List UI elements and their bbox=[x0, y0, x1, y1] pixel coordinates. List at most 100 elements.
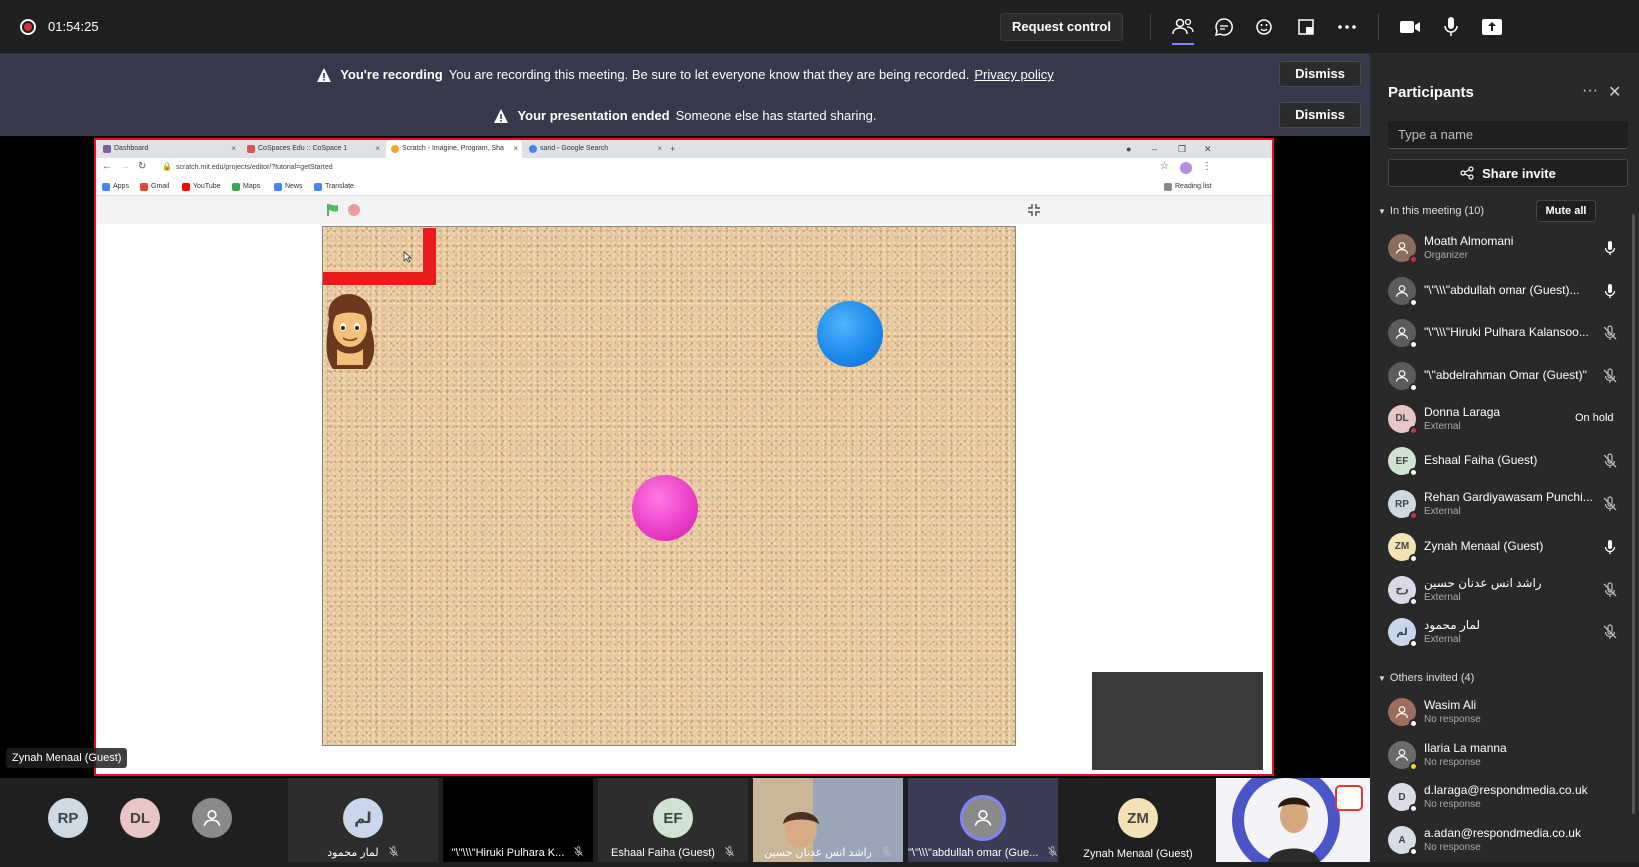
bookmark-maps[interactable]: Maps bbox=[232, 178, 260, 196]
participant-row[interactable]: RP Rehan Gardiyawasam Punchi... External bbox=[1370, 482, 1639, 525]
camera-icon[interactable] bbox=[1397, 14, 1423, 40]
participant-row[interactable]: "\"\\\"abdullah omar (Guest)... bbox=[1370, 269, 1639, 312]
profile-avatar-icon[interactable] bbox=[1180, 162, 1192, 174]
browser-tab[interactable]: sand - Google Search × bbox=[524, 140, 666, 158]
green-flag-icon[interactable] bbox=[326, 203, 340, 217]
profile-dot-icon[interactable]: ● bbox=[1126, 140, 1131, 158]
search-participants-input[interactable] bbox=[1388, 121, 1628, 149]
restore-icon[interactable]: ❐ bbox=[1178, 140, 1186, 158]
exit-fullscreen-icon[interactable] bbox=[1026, 202, 1042, 218]
share-tray-icon[interactable] bbox=[1293, 14, 1319, 40]
bookmark-translate[interactable]: Translate bbox=[314, 178, 354, 196]
close-tab-icon[interactable]: × bbox=[657, 140, 662, 158]
mic-icon[interactable] bbox=[1602, 539, 1618, 555]
dismiss-presentation-button[interactable]: Dismiss bbox=[1279, 102, 1361, 128]
reading-list-button[interactable]: Reading list bbox=[1164, 178, 1212, 196]
close-tab-icon[interactable]: × bbox=[513, 140, 518, 158]
participant-row[interactable]: Dd.laraga@respondmedia.co.uk No response bbox=[1370, 775, 1639, 818]
video-tile[interactable]: "\"\\\"Hiruki Pulhara K... bbox=[443, 778, 593, 862]
avatar: ZM bbox=[1388, 532, 1418, 563]
participant-name: Moath Almomani bbox=[1424, 234, 1514, 248]
red-wall-sprite bbox=[423, 228, 436, 285]
chat-icon[interactable] bbox=[1211, 14, 1237, 40]
forward-icon[interactable]: → bbox=[120, 161, 130, 172]
participant-row[interactable]: Wasim Ali No response bbox=[1370, 690, 1639, 733]
pink-ball-sprite bbox=[632, 475, 698, 541]
participant-row[interactable]: EF Eshaal Faiha (Guest) bbox=[1370, 439, 1639, 482]
new-tab-icon[interactable]: + bbox=[670, 140, 675, 158]
panel-more-icon[interactable]: ··· bbox=[1582, 82, 1598, 100]
close-window-icon[interactable]: ✕ bbox=[1204, 140, 1212, 158]
browser-menu-icon[interactable]: ⋮ bbox=[1202, 161, 1212, 172]
request-control-button[interactable]: Request control bbox=[1000, 13, 1123, 41]
presence-status-icon bbox=[1409, 639, 1418, 649]
avatar bbox=[1388, 740, 1418, 771]
participant-row[interactable]: Moath Almomani Organizer bbox=[1370, 226, 1639, 269]
mic-off-icon[interactable] bbox=[1602, 496, 1618, 512]
video-tile[interactable] bbox=[176, 778, 248, 862]
participant-row[interactable]: رح راشد انس عدنان حسين External bbox=[1370, 568, 1639, 611]
browser-tab[interactable]: Dashboard × bbox=[98, 140, 240, 158]
more-icon[interactable] bbox=[1334, 14, 1360, 40]
close-tab-icon[interactable]: × bbox=[231, 140, 236, 158]
bookmark-news[interactable]: News bbox=[274, 178, 303, 196]
participant-role: External bbox=[1424, 506, 1461, 518]
scratch-stage-canvas[interactable] bbox=[322, 226, 1016, 746]
video-tile[interactable]: "\"\\\"abdullah omar (Gue... bbox=[908, 778, 1058, 862]
stop-icon[interactable] bbox=[348, 204, 360, 216]
presence-status-icon bbox=[1409, 596, 1418, 606]
mic-icon[interactable] bbox=[1438, 14, 1464, 40]
video-tile[interactable]: ZM Zynah Menaal (Guest) bbox=[1063, 778, 1213, 862]
close-tab-icon[interactable]: × bbox=[375, 140, 380, 158]
tile-name: لمار محمود bbox=[327, 846, 379, 859]
mic-icon[interactable] bbox=[1602, 283, 1618, 299]
back-icon[interactable]: ← bbox=[102, 161, 112, 172]
panel-scrollbar[interactable] bbox=[1632, 214, 1635, 814]
participant-video-feed bbox=[1216, 766, 1370, 867]
browser-tab-active[interactable]: Scratch - Imagine, Program, Sha × bbox=[386, 140, 522, 158]
share-screen-icon[interactable] bbox=[1479, 14, 1505, 40]
video-tile[interactable]: لم لمار محمود bbox=[288, 778, 438, 862]
mic-icon[interactable] bbox=[1602, 240, 1618, 256]
bookmark-star-icon[interactable]: ☆ bbox=[1160, 161, 1169, 172]
reactions-icon[interactable] bbox=[1252, 14, 1278, 40]
recording-banner-text: You are recording this meeting. Be sure … bbox=[448, 67, 970, 82]
participant-row[interactable]: DL Donna Laraga External On hold bbox=[1370, 397, 1639, 440]
address-bar[interactable]: scratch.mit.edu/projects/editor/?tutoria… bbox=[176, 161, 333, 175]
participants-icon[interactable] bbox=[1170, 14, 1196, 40]
video-tile[interactable] bbox=[1216, 766, 1370, 867]
participant-name: "\"\\\"abdullah omar (Guest)... bbox=[1424, 282, 1580, 297]
participant-row[interactable]: ZM Zynah Menaal (Guest) bbox=[1370, 525, 1639, 568]
others-invited-section-toggle[interactable]: ▼ Others invited (4) bbox=[1378, 672, 1474, 684]
video-tile[interactable]: RP bbox=[32, 778, 104, 862]
avatar: A bbox=[1388, 826, 1418, 857]
mic-off-icon[interactable] bbox=[1602, 453, 1618, 469]
reload-icon[interactable]: ↻ bbox=[138, 161, 146, 172]
mic-off-icon[interactable] bbox=[1602, 325, 1618, 341]
mute-all-button[interactable]: Mute all bbox=[1536, 200, 1596, 222]
participant-name: d.laraga@respondmedia.co.uk bbox=[1424, 783, 1588, 798]
tile-name: "\"\\\"Hiruki Pulhara K... bbox=[451, 846, 565, 859]
close-icon[interactable]: ✕ bbox=[1608, 82, 1621, 102]
mic-off-icon[interactable] bbox=[1602, 581, 1618, 598]
dismiss-recording-button[interactable]: Dismiss bbox=[1279, 61, 1361, 87]
participant-row[interactable]: "\"\\\"Hiruki Pulhara Kalansoo... bbox=[1370, 311, 1639, 354]
participant-row[interactable]: Aa.adan@respondmedia.co.uk No response bbox=[1370, 818, 1639, 861]
video-tile[interactable]: EF Eshaal Faiha (Guest) bbox=[598, 778, 748, 862]
browser-tab[interactable]: CoSpaces Edu :: CoSpace 1 × bbox=[242, 140, 384, 158]
video-tile[interactable]: DL bbox=[104, 778, 176, 862]
bookmark-youtube[interactable]: YouTube bbox=[182, 178, 221, 196]
video-tile[interactable]: راشد انس عدنان حسين bbox=[753, 778, 903, 862]
participant-row[interactable]: Ilaria La manna No response bbox=[1370, 733, 1639, 776]
bookmark-apps[interactable]: Apps bbox=[102, 178, 129, 196]
privacy-policy-link[interactable]: Privacy policy bbox=[974, 67, 1053, 82]
participant-row[interactable]: "\"abdelrahman Omar (Guest)" bbox=[1370, 354, 1639, 397]
share-invite-button[interactable]: Share invite bbox=[1388, 159, 1628, 187]
browser-tab-strip: Dashboard × CoSpaces Edu :: CoSpace 1 × Sc… bbox=[96, 140, 1272, 158]
mic-off-icon[interactable] bbox=[1602, 624, 1618, 640]
participant-row[interactable]: لم لمار محمود External bbox=[1370, 610, 1639, 653]
in-meeting-section-toggle[interactable]: ▼ In this meeting (10) bbox=[1378, 205, 1484, 217]
mic-off-icon[interactable] bbox=[1602, 368, 1618, 384]
bookmark-gmail[interactable]: Gmail bbox=[140, 178, 169, 196]
minimize-icon[interactable]: – bbox=[1152, 140, 1157, 158]
